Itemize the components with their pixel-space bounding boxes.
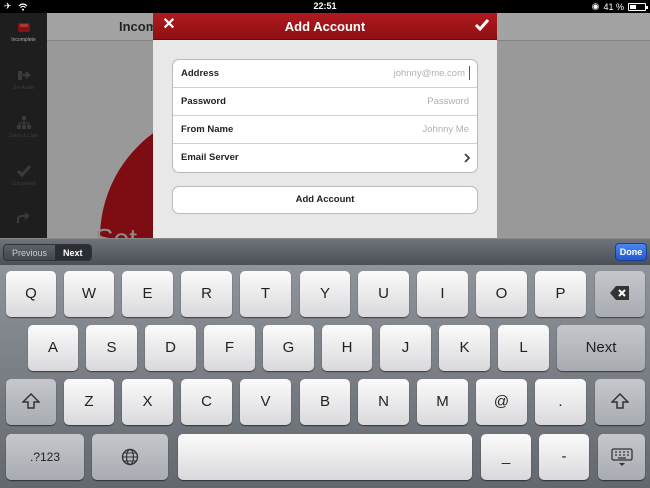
shift-key-right[interactable] bbox=[595, 379, 645, 425]
key-f[interactable]: F bbox=[204, 325, 255, 371]
email-server-row[interactable]: Email Server bbox=[173, 144, 477, 172]
key-p[interactable]: P bbox=[535, 271, 586, 317]
password-label: Password bbox=[181, 96, 226, 107]
key-s[interactable]: S bbox=[86, 325, 137, 371]
numbers-key[interactable]: .?123 bbox=[6, 434, 84, 480]
key-g[interactable]: G bbox=[263, 325, 314, 371]
add-account-dialog: ✕ Add Account Address johnny@me.com Pass… bbox=[153, 13, 497, 265]
key-v[interactable]: V bbox=[240, 379, 291, 425]
dialog-header: ✕ Add Account bbox=[153, 13, 497, 40]
shift-key-left[interactable] bbox=[6, 379, 56, 425]
key-t[interactable]: T bbox=[240, 271, 291, 317]
password-field[interactable]: Password Password bbox=[173, 88, 477, 116]
key-e[interactable]: E bbox=[122, 271, 173, 317]
confirm-checkmark-icon[interactable] bbox=[473, 16, 491, 34]
dismiss-keyboard-key[interactable] bbox=[598, 434, 645, 480]
next-button[interactable]: Next bbox=[55, 245, 91, 260]
key-n[interactable]: N bbox=[358, 379, 409, 425]
key-c[interactable]: C bbox=[181, 379, 232, 425]
onscreen-keyboard: Q W E R T Y U I O P A S D F G H J K L Ne… bbox=[0, 265, 650, 488]
key-o[interactable]: O bbox=[476, 271, 527, 317]
add-account-button[interactable]: Add Account bbox=[172, 186, 478, 214]
backspace-icon bbox=[610, 286, 629, 300]
account-form: Address johnny@me.com Password Password … bbox=[172, 59, 478, 173]
key-j[interactable]: J bbox=[380, 325, 431, 371]
key-k[interactable]: K bbox=[439, 325, 490, 371]
shift-icon bbox=[21, 392, 41, 409]
key-period[interactable]: . bbox=[535, 379, 586, 425]
key-h[interactable]: H bbox=[322, 325, 372, 371]
chevron-right-icon bbox=[464, 153, 471, 163]
status-bar: ✈ 22:51 ◉ 41 % bbox=[0, 0, 650, 13]
globe-icon bbox=[121, 448, 139, 466]
prev-next-control: Previous Next bbox=[3, 244, 92, 261]
from-name-placeholder: Johnny Me bbox=[422, 124, 469, 135]
address-label: Address bbox=[181, 68, 220, 79]
hide-keyboard-icon bbox=[610, 448, 633, 466]
key-u[interactable]: U bbox=[358, 271, 409, 317]
email-server-label: Email Server bbox=[181, 152, 239, 163]
space-key[interactable] bbox=[178, 434, 472, 480]
globe-key[interactable] bbox=[92, 434, 168, 480]
orientation-lock-icon: ◉ bbox=[591, 1, 600, 11]
dialog-title: Add Account bbox=[284, 19, 366, 34]
key-l[interactable]: L bbox=[498, 325, 549, 371]
key-w[interactable]: W bbox=[64, 271, 114, 317]
key-i[interactable]: I bbox=[417, 271, 468, 317]
key-x[interactable]: X bbox=[122, 379, 173, 425]
key-d[interactable]: D bbox=[145, 325, 196, 371]
from-name-label: From Name bbox=[181, 124, 234, 135]
status-time: 22:51 bbox=[313, 1, 337, 11]
shift-icon bbox=[610, 392, 630, 409]
form-assistant-bar: Previous Next Done bbox=[0, 238, 650, 265]
address-placeholder: johnny@me.com bbox=[393, 68, 465, 79]
password-placeholder: Password bbox=[427, 96, 469, 107]
address-field[interactable]: Address johnny@me.com bbox=[173, 60, 477, 88]
key-underscore[interactable]: _ bbox=[481, 434, 531, 480]
key-z[interactable]: Z bbox=[64, 379, 114, 425]
next-key[interactable]: Next bbox=[557, 325, 645, 371]
battery-icon bbox=[628, 2, 648, 11]
key-dash[interactable]: - bbox=[539, 434, 589, 480]
previous-button[interactable]: Previous bbox=[4, 245, 56, 260]
done-button[interactable]: Done bbox=[615, 243, 647, 261]
text-cursor bbox=[468, 66, 470, 80]
key-m[interactable]: M bbox=[417, 379, 468, 425]
from-name-field[interactable]: From Name Johnny Me bbox=[173, 116, 477, 144]
key-y[interactable]: Y bbox=[300, 271, 350, 317]
battery-percent: 41 % bbox=[603, 1, 624, 12]
backspace-key[interactable] bbox=[595, 271, 645, 317]
key-b[interactable]: B bbox=[300, 379, 350, 425]
key-r[interactable]: R bbox=[181, 271, 232, 317]
key-q[interactable]: Q bbox=[6, 271, 56, 317]
key-at[interactable]: @ bbox=[476, 379, 527, 425]
key-a[interactable]: A bbox=[28, 325, 78, 371]
